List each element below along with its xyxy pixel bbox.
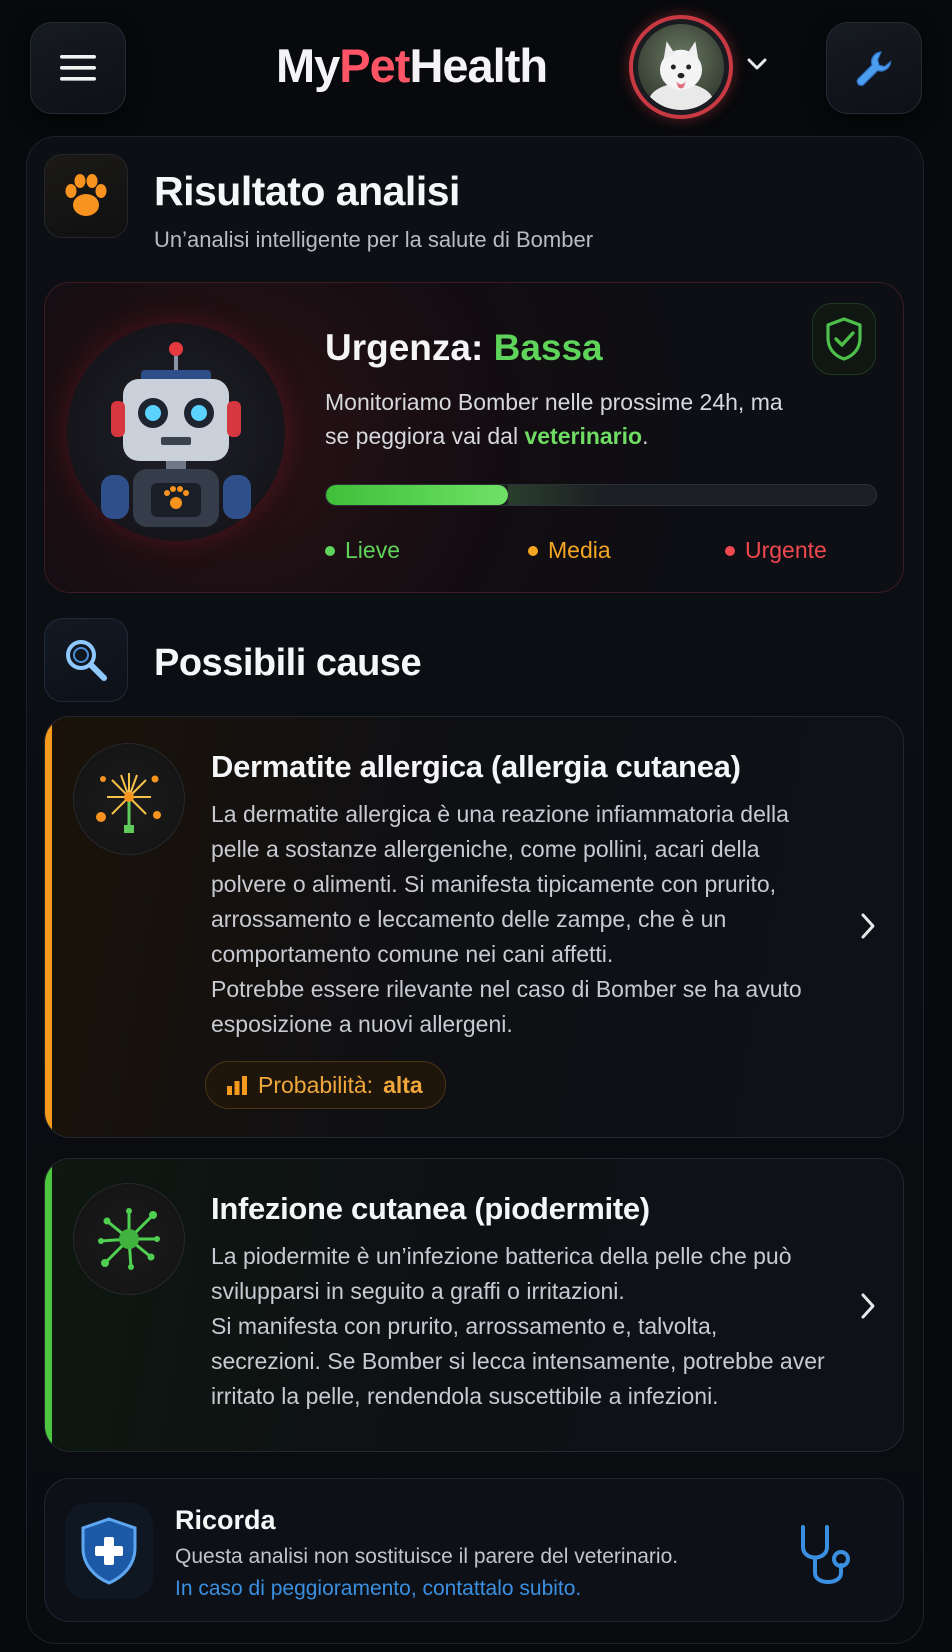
probability-value: alta [383,1071,423,1098]
cause-icon-wrap [73,1183,185,1295]
cause-paragraph: Potrebbe essere rilevante nel caso di Bo… [211,976,802,1037]
paw-tile [44,154,128,238]
reminder-card: Ricorda Questa analisi non sostituisce i… [44,1478,904,1622]
legend-dot-medium [528,545,538,556]
legend-medium: Media [528,537,611,564]
pollen-flower-icon [96,773,161,833]
top-bar: MyPetHealth [0,0,952,136]
cause-paragraph: La piodermite è un’infezione batterica d… [211,1243,792,1304]
chevron-right-icon[interactable] [859,911,877,941]
cause-paragraph: Si manifesta con prurito, arrossamento e… [211,1313,825,1409]
cause-card-dermatitis[interactable]: Dermatite allergica (allergia cutanea) L… [44,716,904,1138]
robot-icon [101,342,251,527]
cause-accent-orange [45,717,52,1137]
brand-accent: Pet [339,39,410,92]
urgency-meter [325,484,877,506]
cause-icon-wrap [73,743,185,855]
reminder-text: Questa analisi non sostituisce il parere… [175,1545,679,1568]
app-logo[interactable]: MyPetHealth [276,38,548,93]
cause-description: La piodermite è un’infezione batterica d… [211,1239,831,1414]
bacteria-icon [98,1208,160,1270]
page-title: Risultato analisi [154,168,460,214]
pet-avatar[interactable] [629,15,733,119]
cause-title: Dermatite allergica (allergia cutanea) [211,749,741,784]
robot-assistant [67,323,285,541]
urgency-card: Urgenza: Bassa Monitoriamo Bomber nelle … [44,282,904,593]
wrench-icon [856,51,892,86]
urgency-description: Monitoriamo Bomber nelle prossime 24h, m… [325,385,805,453]
page-subtitle: Un’analisi intelligente per la salute di… [154,227,594,252]
chevron-down-icon[interactable] [746,57,768,71]
brand-prefix: My [276,39,340,92]
menu-button[interactable] [30,22,126,114]
magnifier-icon [66,640,107,681]
reminder-icon-wrap [65,1503,153,1599]
legend-mild: Lieve [325,537,400,564]
urgency-meter-glow [507,485,608,505]
reminder-title: Ricorda [175,1505,276,1535]
legend-label-mild: Lieve [345,537,400,563]
cause-accent-green [45,1159,52,1451]
probability-badge: Probabilità: alta [205,1061,446,1109]
cause-description: La dermatite allergica è una reazione in… [211,797,831,1042]
cause-card-pyoderma[interactable]: Infezione cutanea (piodermite) La pioder… [44,1158,904,1452]
urgency-vet-highlight: veterinario [524,423,643,449]
medical-shield-icon [81,1517,137,1585]
legend-dot-urgent [725,545,735,556]
menu-icon [60,55,96,81]
urgency-meter-fill [326,485,508,505]
legend-label-urgent: Urgente [745,537,827,563]
probability-label: Probabilità: [258,1071,374,1098]
urgency-title: Urgenza: Bassa [325,327,603,369]
legend-dot-mild [325,545,335,556]
causes-title: Possibili cause [154,642,422,684]
cause-paragraph: La dermatite allergica è una reazione in… [211,801,789,967]
search-tile [44,618,128,702]
stethoscope-icon [801,1525,850,1584]
bar-chart-icon [227,1076,247,1095]
shield-check-icon [826,317,862,361]
cause-title: Infezione cutanea (piodermite) [211,1191,650,1226]
contact-vet-link[interactable]: In caso di peggioramento, contattalo sub… [175,1577,581,1601]
urgency-text-end: . [642,423,649,449]
urgency-label: Urgenza: [325,327,484,368]
brand-suffix: Health [409,39,548,92]
dog-avatar-image [638,24,724,110]
urgency-level: Bassa [493,327,603,368]
safety-badge [812,303,876,375]
settings-button[interactable] [826,22,922,114]
legend-label-medium: Media [548,537,611,563]
legend-urgent: Urgente [725,537,827,564]
chevron-right-icon[interactable] [859,1291,877,1321]
paw-icon [65,174,107,216]
